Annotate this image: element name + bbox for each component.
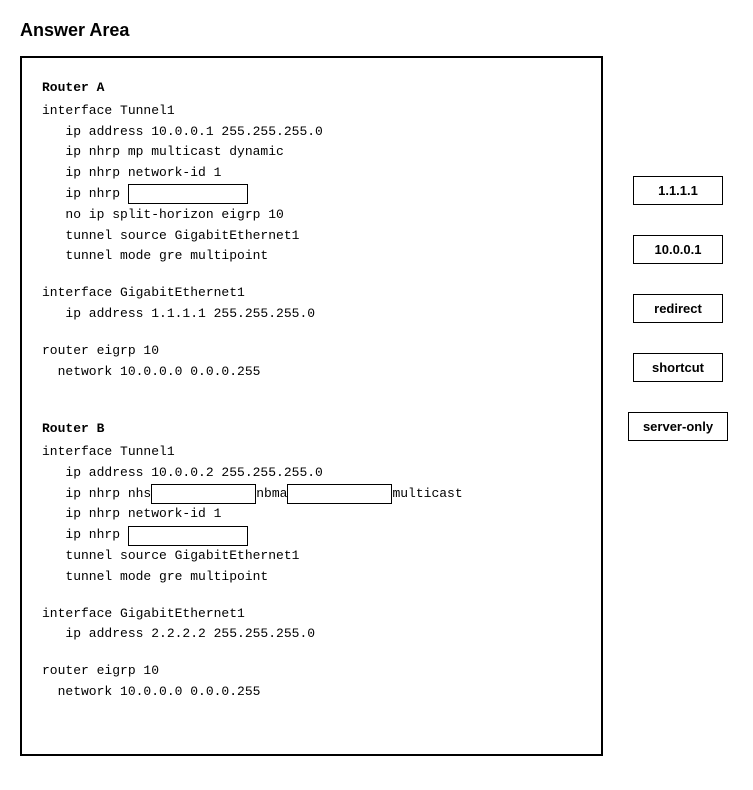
router-b-nbma-input[interactable] <box>287 484 392 504</box>
router-a-nhrp-input[interactable] <box>128 184 248 204</box>
code-line: interface Tunnel1 <box>42 442 581 463</box>
code-line: tunnel mode gre multipoint <box>42 567 581 588</box>
router-b-eigrp-block: router eigrp 10 network 10.0.0.0 0.0.0.2… <box>42 661 581 703</box>
router-a-block: Router A interface Tunnel1 ip address 10… <box>42 78 581 267</box>
code-line: ip nhrp mp multicast dynamic <box>42 142 581 163</box>
router-b-label: Router B <box>42 419 581 440</box>
code-line-nhs: ip nhrp nhsnbmamulticast <box>42 484 581 505</box>
router-b-nhrp-input[interactable] <box>128 526 248 546</box>
code-line: interface Tunnel1 <box>42 101 581 122</box>
code-line: router eigrp 10 <box>42 661 581 682</box>
code-line-nhrp-b: ip nhrp <box>42 525 581 546</box>
router-b-nhs-input[interactable] <box>151 484 256 504</box>
option-shortcut[interactable]: shortcut <box>633 353 723 382</box>
code-line: tunnel mode gre multipoint <box>42 246 581 267</box>
code-line: ip address 2.2.2.2 255.255.255.0 <box>42 624 581 645</box>
code-line: ip address 10.0.0.2 255.255.255.0 <box>42 463 581 484</box>
code-line: ip address 1.1.1.1 255.255.255.0 <box>42 304 581 325</box>
code-line: interface GigabitEthernet1 <box>42 604 581 625</box>
main-layout: Router A interface Tunnel1 ip address 10… <box>20 56 733 756</box>
code-line: ip nhrp network-id 1 <box>42 163 581 184</box>
code-line: ip nhrp network-id 1 <box>42 504 581 525</box>
code-line: router eigrp 10 <box>42 341 581 362</box>
answer-box: Router A interface Tunnel1 ip address 10… <box>20 56 603 756</box>
router-a-gig-block: interface GigabitEthernet1 ip address 1.… <box>42 283 581 325</box>
code-line: ip address 10.0.0.1 255.255.255.0 <box>42 122 581 143</box>
code-line: tunnel source GigabitEthernet1 <box>42 226 581 247</box>
code-line: no ip split-horizon eigrp 10 <box>42 205 581 226</box>
option-1111[interactable]: 1.1.1.1 <box>633 176 723 205</box>
code-line: tunnel source GigabitEthernet1 <box>42 546 581 567</box>
sidebar-options: 1.1.1.1 10.0.0.1 redirect shortcut serve… <box>623 56 733 441</box>
code-line: network 10.0.0.0 0.0.0.255 <box>42 362 581 383</box>
page-title: Answer Area <box>20 20 733 41</box>
router-a-eigrp-block: router eigrp 10 network 10.0.0.0 0.0.0.2… <box>42 341 581 383</box>
router-a-label: Router A <box>42 78 581 99</box>
option-10001[interactable]: 10.0.0.1 <box>633 235 723 264</box>
router-b-gig-block: interface GigabitEthernet1 ip address 2.… <box>42 604 581 646</box>
code-line: network 10.0.0.0 0.0.0.255 <box>42 682 581 703</box>
option-server-only[interactable]: server-only <box>628 412 728 441</box>
code-line: interface GigabitEthernet1 <box>42 283 581 304</box>
option-redirect[interactable]: redirect <box>633 294 723 323</box>
page-container: Answer Area Router A interface Tunnel1 i… <box>20 20 733 756</box>
code-line-nhrp-a: ip nhrp <box>42 184 581 205</box>
router-b-block: Router B interface Tunnel1 ip address 10… <box>42 419 581 587</box>
